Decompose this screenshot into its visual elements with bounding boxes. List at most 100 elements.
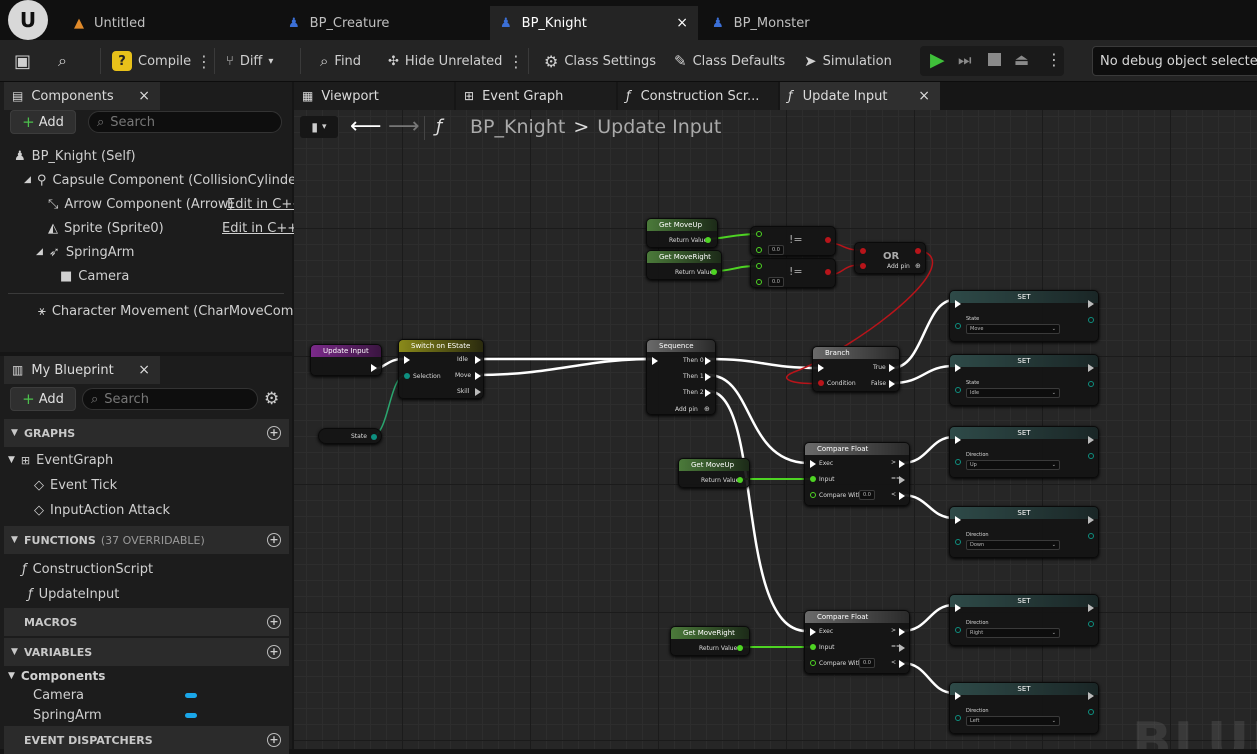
enum-dropdown[interactable]: Left ⌄ (966, 716, 1060, 726)
exec-pin[interactable] (1088, 436, 1094, 444)
add-function-icon[interactable]: + (267, 533, 281, 547)
component-self[interactable]: ♟ BP_Knight (Self) (14, 145, 136, 167)
step-icon[interactable]: ⏭ (958, 51, 972, 69)
exec-pin[interactable] (899, 660, 905, 668)
close-icon[interactable]: × (918, 88, 930, 104)
data-pin[interactable] (756, 231, 762, 237)
hide-unrelated-button[interactable]: ✣ Hide Unrelated (388, 40, 502, 82)
data-pin[interactable] (955, 323, 961, 329)
play-options-icon[interactable]: ⋮ (1046, 50, 1062, 69)
find-options-icon[interactable]: ⋮ (508, 52, 524, 71)
play-icon[interactable]: ▶ (930, 49, 945, 71)
dispatchers-section-header[interactable]: EVENT DISPATCHERS + (4, 726, 289, 754)
enum-dropdown[interactable]: Idle ⌄ (966, 388, 1060, 398)
compile-button[interactable]: ? Compile (112, 40, 191, 82)
variables-section-header[interactable]: ▼ VARIABLES + (4, 638, 289, 666)
not-equal-node[interactable]: 0.0 != (750, 226, 836, 256)
exec-pin[interactable] (705, 389, 711, 397)
add-graph-icon[interactable]: + (267, 426, 281, 440)
tab-update-input[interactable]: ƒ Update Input × (780, 82, 940, 110)
data-pin[interactable] (1088, 621, 1094, 627)
exec-pin[interactable] (1088, 604, 1094, 612)
data-pin[interactable] (955, 715, 961, 721)
simulation-button[interactable]: ➤ Simulation (804, 40, 892, 82)
get-moveright-node[interactable]: Get MoveRight Return Value (670, 626, 750, 656)
macros-section-header[interactable]: MACROS + (4, 608, 289, 636)
data-pin[interactable] (1088, 381, 1094, 387)
exec-pin[interactable] (818, 364, 824, 372)
variable-item-springarm[interactable]: SpringArm (33, 704, 102, 726)
exec-pin[interactable] (371, 364, 377, 372)
component-sprite[interactable]: ◭ Sprite (Sprite0) (48, 217, 164, 239)
add-variable-icon[interactable]: + (267, 645, 281, 659)
exec-pin[interactable] (1088, 300, 1094, 308)
data-pin[interactable] (955, 459, 961, 465)
close-icon[interactable]: × (138, 362, 150, 378)
edit-in-cpp-link[interactable]: Edit in C++ (222, 217, 298, 239)
component-arrow[interactable]: ⤡ Arrow Component (Arrow) (48, 193, 234, 215)
enum-dropdown[interactable]: Up ⌄ (966, 460, 1060, 470)
diff-button[interactable]: ⑂ Diff ▾ (226, 40, 273, 82)
compare-float-node[interactable]: Compare Float Exec Input Compare With 0.… (804, 610, 910, 674)
tab-bp-creature[interactable]: ♟ BP_Creature (278, 6, 488, 40)
my-blueprint-tab[interactable]: ▥ My Blueprint × (4, 356, 160, 384)
my-blueprint-search-input[interactable]: ⌕ Search (82, 388, 258, 410)
data-pin[interactable] (756, 263, 762, 269)
data-pin[interactable] (955, 539, 961, 545)
data-pin[interactable] (810, 660, 816, 666)
data-pin[interactable] (1088, 533, 1094, 539)
get-moveup-node[interactable]: Get MoveUp Return Value (646, 218, 718, 248)
exec-pin[interactable] (475, 388, 481, 396)
class-settings-button[interactable]: ⚙ Class Settings (544, 40, 656, 82)
enum-dropdown[interactable]: Down ⌄ (966, 540, 1060, 550)
tab-bp-knight[interactable]: ♟ BP_Knight × (490, 6, 698, 40)
set-direction-node[interactable]: SET Direction Down ⌄ (949, 506, 1099, 558)
set-state-node[interactable]: SET State Idle ⌄ (949, 354, 1099, 406)
get-moveright-node[interactable]: Get MoveRight Return Value (646, 250, 722, 280)
exec-pin[interactable] (705, 373, 711, 381)
functions-section-header[interactable]: ▼ FUNCTIONS (37 OVERRIDABLE) + (4, 526, 289, 554)
data-pin[interactable] (404, 373, 410, 379)
tab-construction-script[interactable]: ƒ Construction Scr... (618, 82, 778, 110)
find-button[interactable]: ⌕ Find (320, 40, 361, 82)
class-defaults-button[interactable]: ✎ Class Defaults (674, 40, 785, 82)
exec-pin[interactable] (899, 644, 905, 652)
graph-item-eventgraph[interactable]: ▼ ⊞ EventGraph (8, 449, 113, 471)
data-pin[interactable] (825, 237, 831, 243)
exec-pin[interactable] (810, 628, 816, 636)
data-pin[interactable] (737, 477, 743, 483)
data-pin[interactable] (756, 279, 762, 285)
exec-pin[interactable] (810, 460, 816, 468)
exec-pin[interactable] (955, 436, 961, 444)
add-component-button[interactable]: + Add (10, 110, 76, 134)
data-pin[interactable] (756, 247, 762, 253)
enum-dropdown[interactable]: Move ⌄ (966, 324, 1060, 334)
exec-pin[interactable] (955, 364, 961, 372)
data-pin[interactable] (1088, 317, 1094, 323)
sequence-node[interactable]: Sequence Then 0 Then 1 Then 2 Add pin ⊕ (646, 339, 716, 415)
exec-pin[interactable] (955, 300, 961, 308)
event-item-tick[interactable]: ◇ Event Tick (34, 474, 117, 496)
data-pin[interactable] (955, 627, 961, 633)
set-state-node[interactable]: SET State Move ⌄ (949, 290, 1099, 342)
data-pin[interactable] (737, 645, 743, 651)
blueprint-graph-canvas[interactable]: ▮ ▾ ⟵ ⟶ ƒ BP_Knight > Update Input Updat… (294, 110, 1257, 749)
add-pin-button[interactable]: Add pin (887, 263, 910, 270)
not-equal-node[interactable]: 0.0 != (750, 258, 836, 288)
component-camera[interactable]: ■ Camera (60, 265, 129, 287)
close-icon[interactable]: × (138, 88, 150, 104)
switch-on-estate-node[interactable]: Switch on EState Selection Idle Move Ski… (398, 339, 484, 399)
graphs-section-header[interactable]: ▼ GRAPHS + (4, 419, 289, 447)
exec-pin[interactable] (889, 364, 895, 372)
exec-pin[interactable] (1088, 364, 1094, 372)
exec-pin[interactable] (899, 628, 905, 636)
data-pin[interactable] (818, 380, 824, 386)
exec-pin[interactable] (899, 460, 905, 468)
add-pin-icon[interactable]: ⊕ (915, 262, 921, 270)
exec-pin[interactable] (1088, 516, 1094, 524)
unreal-logo-icon[interactable]: U (8, 0, 48, 40)
stop-icon[interactable] (988, 53, 1001, 66)
add-dispatcher-icon[interactable]: + (267, 733, 281, 747)
components-search-input[interactable]: ⌕ Search (88, 111, 282, 133)
close-icon[interactable]: × (676, 15, 688, 31)
